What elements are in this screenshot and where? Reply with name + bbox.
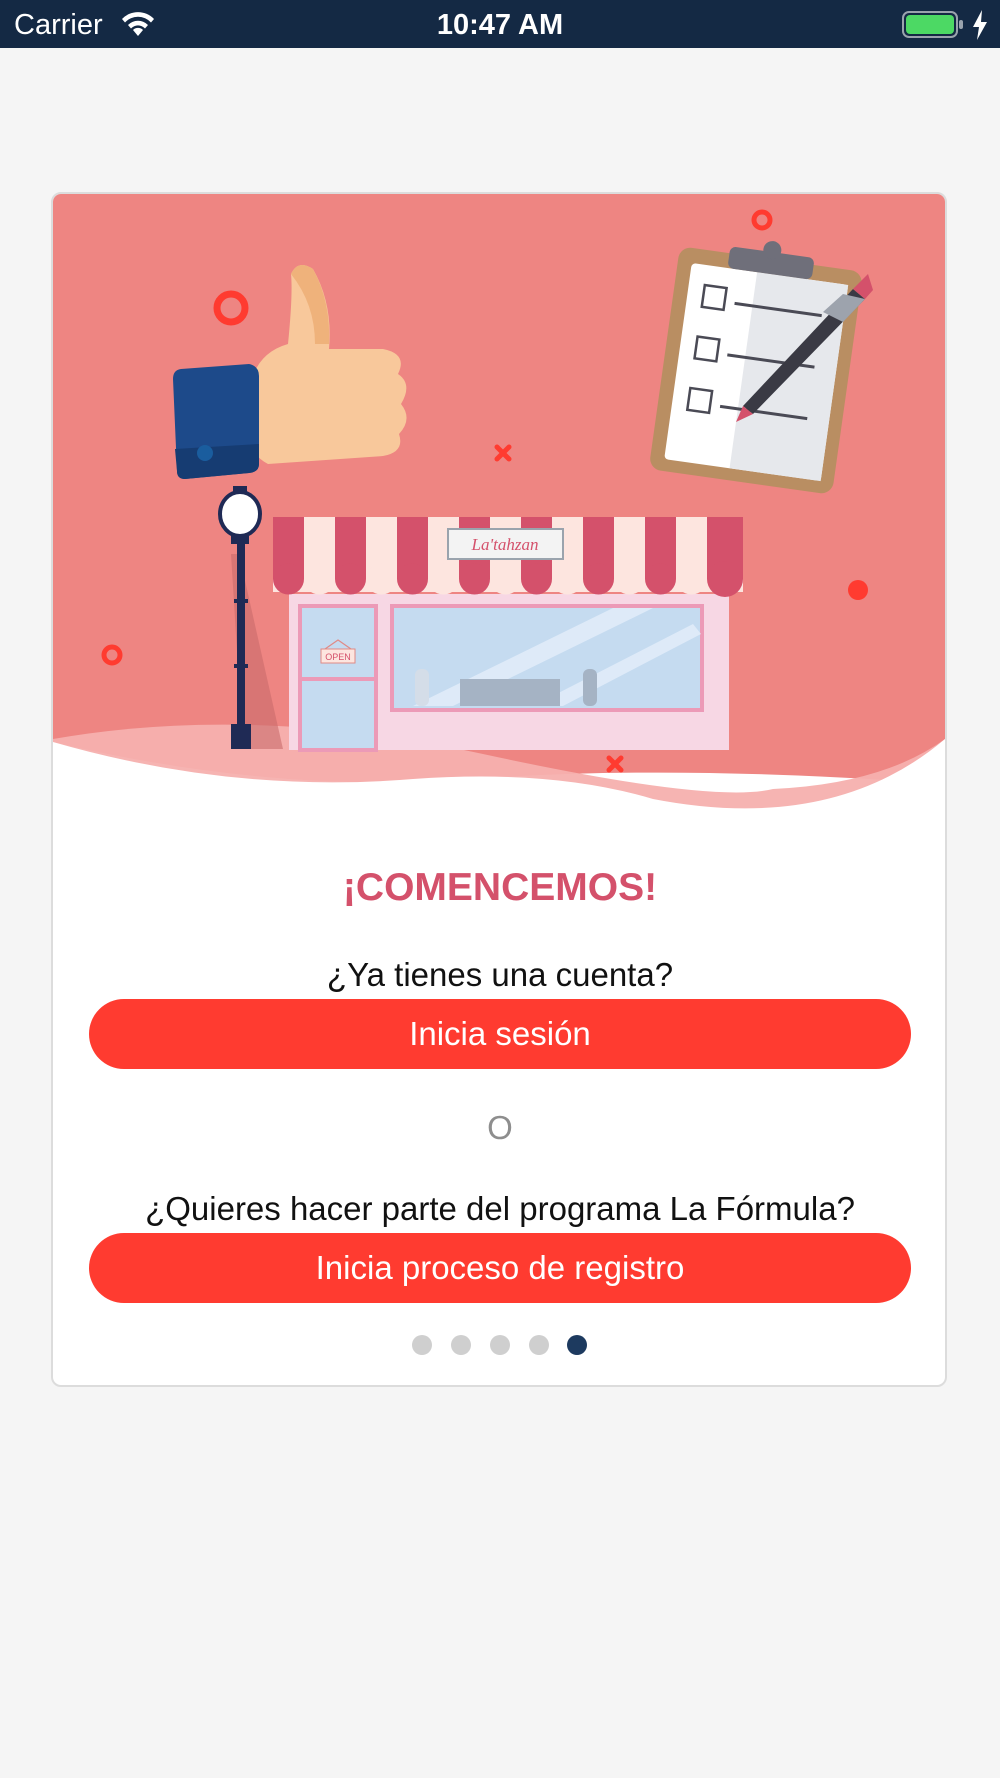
login-button[interactable]: Inicia sesión	[89, 999, 911, 1069]
page-title: ¡COMENCEMOS!	[342, 866, 658, 909]
battery-icon	[902, 11, 963, 38]
clock-label: 10:47 AM	[436, 9, 564, 41]
register-button[interactable]: Inicia proceso de registro	[89, 1233, 911, 1303]
store-illustration: OPEN La'tahzan	[53, 194, 945, 834]
page-dot-3[interactable]	[490, 1335, 510, 1355]
or-separator: O	[487, 1109, 513, 1146]
store-sign: La'tahzan	[471, 535, 539, 554]
page-dot-2[interactable]	[451, 1335, 471, 1355]
page-dot-4[interactable]	[529, 1335, 549, 1355]
door-sign: OPEN	[325, 652, 351, 662]
register-question: ¿Quieres hacer parte del programa La Fór…	[145, 1190, 855, 1227]
clipboard-checklist-icon	[650, 241, 862, 494]
page-dot-5-active[interactable]	[567, 1335, 587, 1355]
storefront-icon: OPEN La'tahzan	[273, 517, 743, 752]
login-question: ¿Ya tienes una cuenta?	[326, 956, 674, 993]
page-indicator	[0, 1335, 1000, 1355]
charging-bolt-icon	[973, 10, 987, 40]
page-dot-1[interactable]	[412, 1335, 432, 1355]
status-bar: Carrier 10:47 AM	[0, 0, 1000, 48]
